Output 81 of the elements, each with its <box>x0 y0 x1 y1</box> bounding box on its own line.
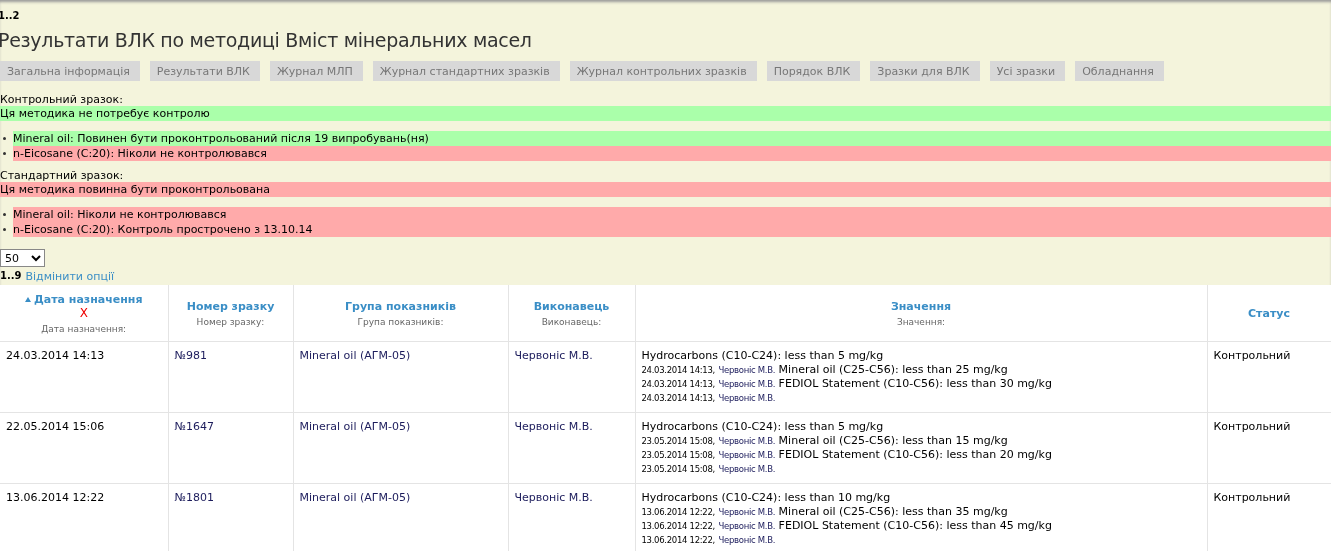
result-date: 24.03.2014 14:13, <box>641 365 715 375</box>
nav-tab[interactable]: Зразки для ВЛК <box>870 61 980 81</box>
result-value: Hydrocarbons (C10-C24): less than 10 mg/kg <box>641 491 891 504</box>
sample-number[interactable]: №1801 <box>174 491 214 504</box>
result-date: 24.03.2014 14:13, <box>641 379 715 389</box>
result-date: 24.03.2014 14:13, <box>641 393 715 403</box>
result-value: Hydrocarbons (C10-C24): less than 5 mg/kg <box>641 349 884 362</box>
result-author: Червоніс М.В. <box>718 393 776 403</box>
bullet-icon <box>3 137 6 140</box>
column-header[interactable]: Номер зразку <box>186 299 275 313</box>
table-cell: 13.06.2014 12:22 <box>6 491 105 504</box>
status-message: Ця методика не потребує контролю <box>0 106 1331 121</box>
clear-sort-button[interactable]: X <box>79 306 88 320</box>
result-value: FEDIOL Statement (C10-C56): less than 45 mg/kg <box>778 519 1052 532</box>
table-cell: 24.03.2014 14:13 <box>6 349 105 362</box>
status-item: Mineral oil: Ніколи не контролювався <box>13 207 1331 222</box>
result-value: Hydrocarbons (C10-C24): less than 5 mg/kg <box>641 420 884 433</box>
table-cell: Mineral oil (АГМ-05) <box>299 420 411 433</box>
page-title: Результати ВЛК по методиці Вміст мінеральних масел <box>0 29 533 51</box>
sort-ascending-icon <box>24 297 31 302</box>
result-author: Червоніс М.В. <box>718 436 776 446</box>
status-item: n-Eicosane (C:20): Ніколи не контролювався <box>13 146 1331 161</box>
result-date: 23.05.2014 15:08, <box>641 464 715 474</box>
table-cell: Червоніс М.В. <box>514 491 593 504</box>
status-item: Mineral oil: Повинен бути проконтрольований після 19 випробувань(ня) <box>13 131 1331 146</box>
table-cell: Червоніс М.В. <box>514 349 593 362</box>
table-cell: 22.05.2014 15:06 <box>6 420 105 433</box>
result-value: Mineral oil (C25-C56): less than 25 mg/kg <box>778 363 1008 376</box>
result-date: 23.05.2014 15:08, <box>641 436 715 446</box>
result-date: 23.05.2014 15:08, <box>641 450 715 460</box>
column-header[interactable]: Значення <box>890 299 952 313</box>
result-date: 13.06.2014 12:22, <box>641 535 715 545</box>
status-item: n-Eicosane (C:20): Контроль прострочено з 13.10.14 <box>13 222 1331 237</box>
filter-label: Виконавець: <box>541 316 602 327</box>
column-header[interactable]: Виконавець <box>533 299 610 313</box>
nav-tab[interactable]: Журнал стандартних зразків <box>372 61 560 81</box>
bullet-icon <box>3 213 6 216</box>
table-cell: Контрольний <box>1213 349 1291 362</box>
bullet-icon <box>3 228 6 231</box>
result-value: FEDIOL Statement (C10-C56): less than 30 mg/kg <box>778 377 1052 390</box>
bullet-icon <box>3 152 6 155</box>
filter-label: Значення: <box>896 316 946 327</box>
filter-counter: 1..9 <box>0 270 22 283</box>
column-header[interactable]: Група показників <box>345 299 456 313</box>
nav-tab[interactable]: Порядок ВЛК <box>766 61 861 81</box>
table-cell: Mineral oil (АГМ-05) <box>299 349 411 362</box>
section-heading: Контрольний зразок: <box>0 93 124 106</box>
table-cell: Mineral oil (АГМ-05) <box>299 491 411 504</box>
table-cell: Червоніс М.В. <box>514 420 593 433</box>
reset-options-link[interactable]: Відмінити опції <box>25 270 114 283</box>
column-header[interactable]: Статус <box>1248 306 1290 320</box>
page-counter: 1..2 <box>0 10 21 21</box>
filter-label: Дата назначення: <box>41 324 127 334</box>
nav-tab[interactable]: Журнал контрольних зразків <box>569 61 757 81</box>
table-cell: Контрольний <box>1213 420 1291 433</box>
result-date: 13.06.2014 12:22, <box>641 507 715 517</box>
filter-label: Група показників: <box>357 316 444 327</box>
column-header[interactable]: Дата назначення <box>24 293 143 306</box>
result-author: Червоніс М.В. <box>718 379 776 389</box>
result-author: Червоніс М.В. <box>718 450 776 460</box>
result-date: 13.06.2014 12:22, <box>641 521 715 531</box>
result-author: Червоніс М.В. <box>718 521 776 531</box>
sample-number[interactable]: №981 <box>174 349 207 362</box>
nav-tab[interactable]: Журнал МЛП <box>269 61 363 81</box>
result-value: Mineral oil (C25-C56): less than 15 mg/kg <box>778 434 1008 447</box>
result-value: FEDIOL Statement (C10-C56): less than 20 mg/kg <box>778 448 1052 461</box>
result-author: Червоніс М.В. <box>718 507 776 517</box>
section-heading: Стандартний зразок: <box>0 169 125 182</box>
sample-number[interactable]: №1647 <box>174 420 214 433</box>
nav-tab[interactable]: Загальна інформація <box>0 61 140 81</box>
result-author: Червоніс М.В. <box>718 464 776 474</box>
result-author: Червоніс М.В. <box>718 365 776 375</box>
nav-tab[interactable]: Результати ВЛК <box>149 61 260 81</box>
filter-label: Номер зразку: <box>196 316 265 327</box>
page-size-select[interactable]: 50 <box>0 249 45 267</box>
table-cell: Контрольний <box>1213 491 1291 504</box>
status-message: Ця методика повинна бути проконтрольована <box>0 182 1331 197</box>
result-author: Червоніс М.В. <box>718 535 776 545</box>
result-value: Mineral oil (C25-C56): less than 35 mg/kg <box>778 505 1008 518</box>
nav-tab[interactable]: Усі зразки <box>989 61 1066 81</box>
nav-tab[interactable]: Обладнання <box>1075 61 1164 81</box>
